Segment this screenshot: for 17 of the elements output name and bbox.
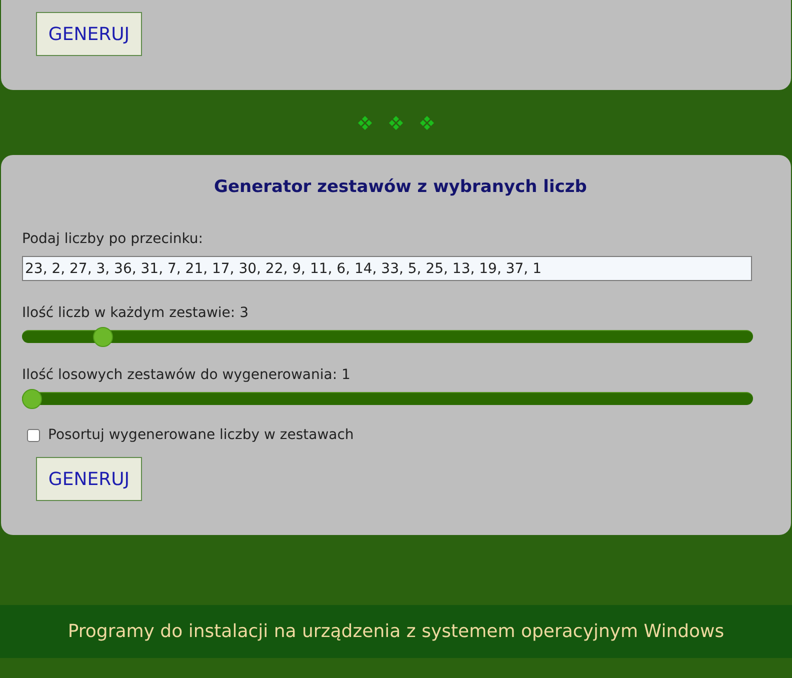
slider-track[interactable]: [22, 327, 753, 347]
slider-thumb[interactable]: [93, 327, 114, 347]
footer-text: Programy do instalacji na urządzenia z systemem operacyjnym Windows: [68, 621, 724, 642]
slider-thumb[interactable]: [22, 389, 42, 409]
checkbox-label: Posortuj wygenerowane liczby w zestawach: [48, 427, 354, 444]
panel-title: Generator zestawów z wybranych liczb: [213, 177, 588, 197]
generate-button[interactable]: GENERUJ: [36, 457, 142, 501]
slider-label: Ilość losowych zestawów do wygenerowania: 1: [22, 367, 352, 384]
numbers-input[interactable]: 23, 2, 27, 3, 36, 31, 7, 21, 17, 30, 22, 9, 11, 6, 14, 33, 5, 25, 13, 19, 37, 1: [22, 256, 752, 281]
generate-button[interactable]: GENERUJ: [36, 12, 142, 56]
diamond-cluster-icon: [389, 116, 403, 130]
field-label: Podaj liczby po przecinku:: [22, 231, 204, 248]
slider-label: Ilość liczb w każdym zestawie: 3: [22, 305, 250, 322]
slider-track[interactable]: [22, 389, 753, 409]
diamond-cluster-icon: [420, 116, 434, 130]
diamond-cluster-icon: [358, 116, 372, 130]
sort-checkbox[interactable]: [27, 429, 40, 442]
